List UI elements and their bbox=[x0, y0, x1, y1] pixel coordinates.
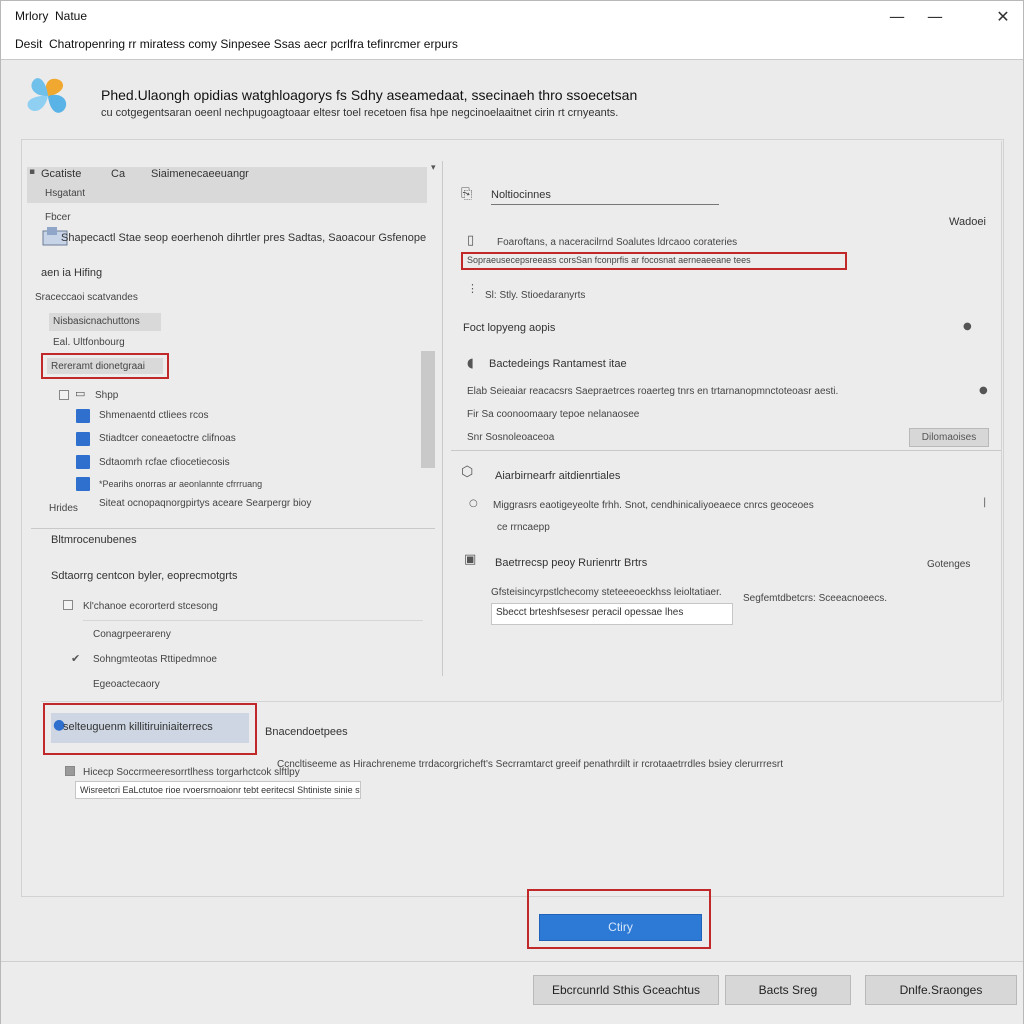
tree-header-mid: Ca bbox=[111, 168, 126, 180]
radio-icon[interactable]: ○ bbox=[469, 498, 478, 509]
document-icon: ⎘ bbox=[461, 186, 473, 202]
group-input[interactable]: Sbecct brteshfsesesr peracil opessae lhe… bbox=[491, 603, 733, 625]
title-bar: Mrlory Natue Desit Chatropenring rr mira… bbox=[1, 1, 1023, 60]
group-heading: Noltiocinnes bbox=[491, 189, 551, 201]
group-action-button[interactable]: Dilomaoises bbox=[909, 428, 989, 447]
bottom-input[interactable]: Wisreetcri EaLctutoe rioe rvoersrnoaionr… bbox=[75, 781, 361, 799]
menu-description: Chatropenring rr miratess comy Sinpesee … bbox=[49, 37, 458, 51]
divider bbox=[1001, 141, 1002, 701]
tree-subitem[interactable]: Stiadtcer coneaetoctre clifnoas bbox=[99, 433, 236, 444]
app-logo-icon bbox=[27, 78, 67, 113]
divider bbox=[31, 528, 435, 529]
side-label: Bnacendoetpees bbox=[265, 726, 348, 738]
setting-icon bbox=[76, 409, 90, 423]
tree-item[interactable]: Fbcer bbox=[45, 212, 71, 223]
tree-item[interactable]: Nisbasicnachuttons bbox=[53, 316, 140, 327]
tree-subitem[interactable]: Shmenaentd ctliees rcos bbox=[99, 410, 209, 421]
group-heading: Aiarbirnearfr aitdienrtiales bbox=[495, 470, 621, 482]
row-label: Foct lopyeng aopis bbox=[463, 322, 556, 334]
highlight-button[interactable]: selteuguenm killitiruiniaiterrecs bbox=[63, 721, 213, 733]
tree-item-description[interactable]: Shapecactl Stae seop eoerhenoh dihrtler … bbox=[61, 232, 426, 244]
check-icon: ✔ bbox=[71, 652, 81, 665]
group-text: Gfsteisincyrpstlchecomy steteeeoeckhss l… bbox=[491, 587, 722, 598]
maximize-button[interactable]: — bbox=[917, 5, 953, 29]
minimize-button[interactable]: — bbox=[879, 5, 915, 29]
shield-icon: ◖ bbox=[467, 356, 474, 371]
window-title-right: Natue bbox=[55, 9, 88, 23]
group-heading: Baetrrecsp peoy Rurienrtr Brtrs bbox=[495, 557, 648, 569]
section-heading: Sdtaorrg centcon byler, eoprecmotgrts bbox=[51, 570, 238, 582]
folder-icon: ⬡ bbox=[461, 464, 474, 480]
more-icon[interactable]: ⋮ bbox=[467, 282, 478, 295]
tree-header-label[interactable]: Gcatiste bbox=[41, 168, 81, 180]
app-window: Mrlory Natue Desit Chatropenring rr mira… bbox=[0, 0, 1024, 1024]
option-label[interactable]: Sohngmteotas Rttipedmnoe bbox=[93, 654, 217, 665]
tree-item[interactable]: Eal. Ultfonbourg bbox=[53, 337, 125, 348]
menu-label[interactable]: Desit bbox=[15, 37, 42, 51]
group-text: Segfemtdbetcrs: Sceeacnoeecs. bbox=[743, 593, 887, 604]
page-subtitle: cu cotgegentsaran oeenl nechpugoagtoaar … bbox=[101, 107, 619, 119]
option-checkbox[interactable] bbox=[65, 766, 75, 776]
divider bbox=[451, 450, 1001, 451]
calendar-icon: ▣ bbox=[464, 552, 477, 567]
group-text: Elab Seieaiar reacacsrs Saepraetrces roa… bbox=[467, 386, 839, 397]
divider-icon: | bbox=[983, 497, 987, 508]
bullet-icon: ● bbox=[963, 321, 972, 332]
section-heading: Sraceccaoi scatvandes bbox=[35, 292, 138, 303]
side-label: Wadoei bbox=[949, 216, 986, 228]
group-text: Snr Sosnoleoaceoa bbox=[467, 432, 555, 443]
field-label: Sl: Stly. Stioedaranyrts bbox=[485, 290, 586, 301]
file-icon: ▯ bbox=[467, 233, 475, 248]
tree-row-label: Hrides bbox=[49, 503, 78, 514]
primary-button[interactable]: Ctiry bbox=[539, 914, 702, 941]
footer-button-2[interactable]: Bacts Sreg bbox=[725, 975, 851, 1005]
bullet-icon: ● bbox=[979, 385, 988, 396]
section-heading: aen ia Hifing bbox=[41, 267, 103, 279]
tree-checkbox[interactable] bbox=[59, 390, 69, 400]
footer-button-3[interactable]: Dnlfe.Sraonges bbox=[865, 975, 1017, 1005]
collapse-icon[interactable]: ▾ bbox=[431, 163, 436, 173]
group-heading: Bactedeings Rantamest itae bbox=[489, 358, 627, 370]
group-text: ce rrncaepp bbox=[497, 522, 550, 533]
group-underline bbox=[491, 204, 719, 205]
checkbox-label[interactable]: Hicecp Soccrmeeresorrtlhess torgarhctcok… bbox=[83, 767, 300, 778]
footer-button-1[interactable]: Ebcrcunrld Sthis Gceachtus bbox=[533, 975, 719, 1005]
option-checkbox[interactable] bbox=[63, 600, 73, 610]
page-title: Phed.Ulaongh opidias watghloagorys fs Sd… bbox=[101, 87, 638, 103]
window-title-left: Mrlory bbox=[15, 9, 49, 23]
tree-row-text[interactable]: Siteat ocnopaqnorgpirtys aceare Searperg… bbox=[99, 498, 311, 509]
divider bbox=[41, 701, 1001, 702]
option-label[interactable]: Egeoactecaory bbox=[93, 679, 160, 690]
tree-subitem[interactable]: *Pearihs onorras ar aeonlannte cfrrruang bbox=[99, 479, 262, 489]
tree-item-selected[interactable]: Rereramt dionetgraai bbox=[51, 361, 145, 372]
description-text: Ccncltiseeme as Hirachreneme trrdacorgri… bbox=[277, 759, 783, 770]
tree-scrollbar[interactable] bbox=[421, 351, 435, 468]
side-label: Gotenges bbox=[927, 559, 971, 570]
field-highlight[interactable]: Sopraeusecepsreeass corsSan fconprfis ar… bbox=[467, 255, 751, 265]
divider bbox=[83, 620, 423, 621]
divider bbox=[442, 161, 443, 676]
section-heading: Bltmrocenubenes bbox=[51, 534, 137, 546]
tree-subitem[interactable]: Sdtaomrh rcfae cfiocetiecosis bbox=[99, 457, 230, 468]
folder-icon: ▭ bbox=[75, 387, 86, 400]
option-label[interactable]: Kl'chanoe ecororterd stcesong bbox=[83, 601, 218, 612]
setting-icon bbox=[76, 477, 90, 491]
expand-icon[interactable]: ▪ bbox=[29, 167, 35, 177]
tree-subgroup[interactable]: Shpp bbox=[95, 390, 118, 401]
tree-header-right: Siaimenecaeeuangr bbox=[151, 168, 249, 180]
tree-item[interactable]: Hsgatant bbox=[45, 188, 85, 199]
setting-icon bbox=[76, 432, 90, 446]
option-label[interactable]: Conagrpeerareny bbox=[93, 629, 171, 640]
group-text: Miggrasrs eaotigeyeolte frhh. Snot, cend… bbox=[493, 500, 814, 511]
group-text: Fir Sa coonoomaary tepoe nelanaosee bbox=[467, 409, 640, 420]
close-button[interactable]: ✕ bbox=[985, 5, 1021, 29]
field-label: Foaroftans, a naceracilrnd Soalutes ldrc… bbox=[497, 237, 738, 248]
setting-icon bbox=[76, 455, 90, 469]
